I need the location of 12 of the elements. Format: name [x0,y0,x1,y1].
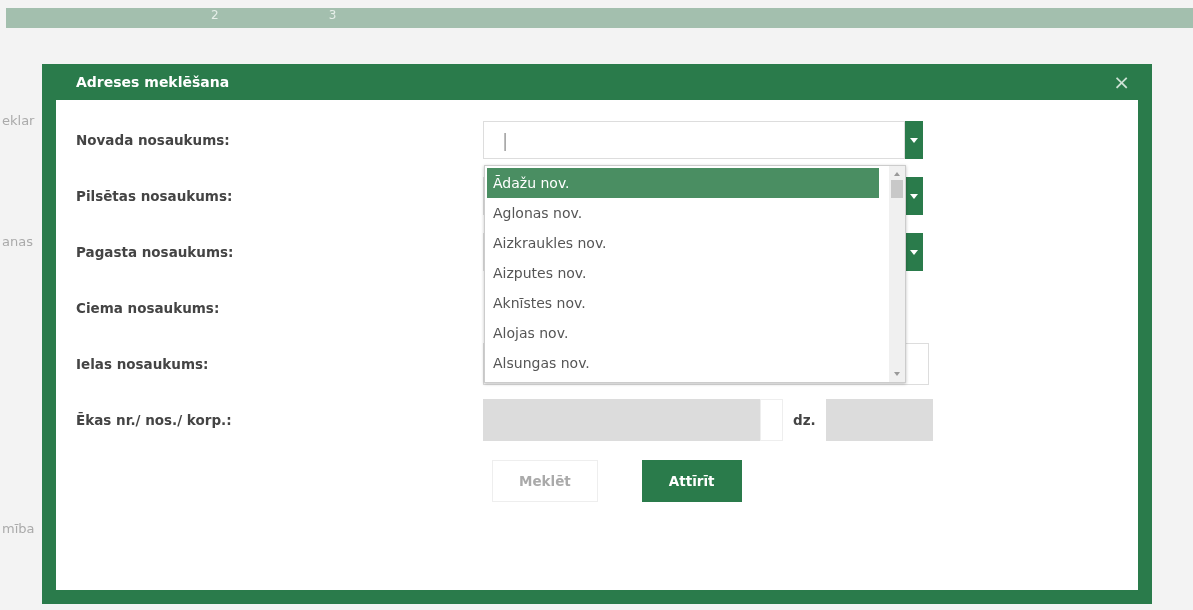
background-text: anas [2,234,33,249]
field-label: Pilsētas nosaukums: [76,187,234,204]
field-label: Ielas nosaukums: [76,355,210,372]
dialog-title: Adreses meklēšana [76,74,230,90]
field-label: Novada nosaukums: [76,131,231,148]
field-label: Ēkas nr./ nos./ korp.: [76,411,233,428]
text-cursor: | [502,129,509,151]
field-label: Pagasta nosaukums: [76,243,235,260]
field-label: dz. [793,412,816,428]
background-text: mība [2,521,35,536]
background-text: eklar [2,113,35,128]
field-label: Ciema nosaukums: [76,299,221,316]
